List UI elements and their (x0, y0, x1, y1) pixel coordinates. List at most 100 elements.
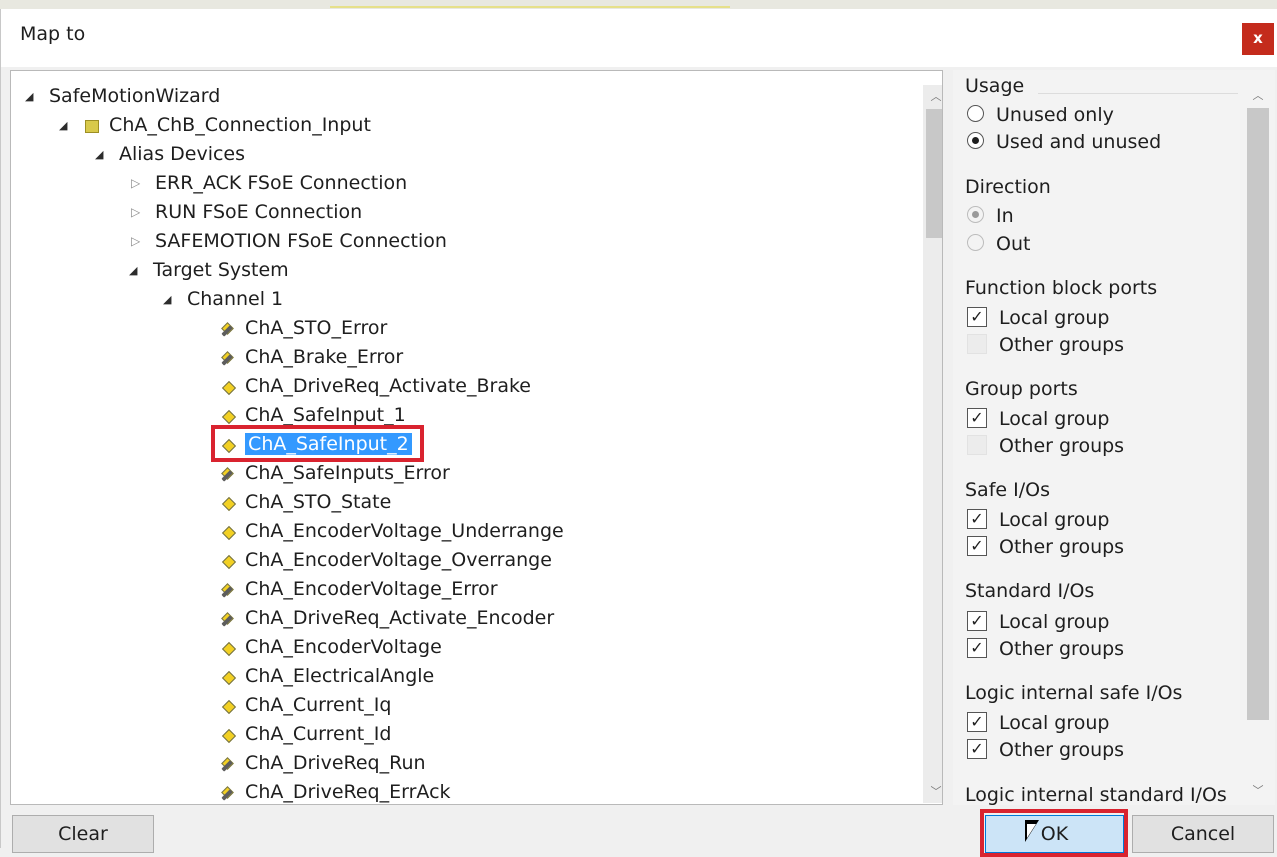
expand-icon[interactable]: ▷ (131, 228, 155, 255)
used-and-unused-radio[interactable]: Used and unused (967, 129, 1161, 155)
lis-local-group-checkbox[interactable]: ✓ Local group (967, 710, 1109, 736)
safe-ios-title: Safe I/Os (965, 479, 1050, 501)
fb-other-groups-checkbox[interactable]: Other groups (967, 332, 1124, 358)
output-variable-icon (219, 779, 239, 804)
tree-item-variable[interactable]: ChA_EncoderVoltage_Error (219, 576, 498, 603)
tree-item-variable[interactable]: ChA_DriveReq_Activate_Encoder (219, 605, 554, 632)
tree-item-label: Target System (153, 259, 289, 281)
input-variable-icon (219, 692, 239, 719)
direction-out-radio[interactable]: Out (967, 231, 1030, 257)
scroll-up-icon[interactable]: ︿ (1245, 86, 1271, 106)
checkbox-checked-icon: ✓ (967, 306, 987, 327)
checkbox-icon (967, 434, 987, 455)
function-block-ports-title: Function block ports (965, 277, 1158, 299)
expand-icon[interactable]: ▷ (131, 199, 155, 226)
tree-item-label: Channel 1 (187, 288, 284, 310)
checkbox-checked-icon: ✓ (967, 637, 987, 658)
output-variable-icon (219, 750, 239, 777)
tree-item-label: Alias Devices (119, 143, 246, 165)
fb-local-group-checkbox[interactable]: ✓ Local group (967, 305, 1109, 331)
logic-internal-standard-ios-title: Logic internal standard I/Os (965, 784, 1227, 805)
expand-icon[interactable]: ▷ (131, 170, 155, 197)
tree-item-variable[interactable]: ChA_ElectricalAngle (219, 663, 434, 690)
gp-local-group-checkbox[interactable]: ✓ Local group (967, 406, 1109, 432)
tree-item-variable[interactable]: ChA_STO_State (219, 489, 391, 516)
collapse-icon[interactable]: ◢ (95, 141, 119, 168)
scrollbar-thumb[interactable] (926, 109, 942, 238)
checkbox-icon (967, 333, 987, 354)
collapse-icon[interactable]: ◢ (129, 257, 153, 284)
unused-only-radio[interactable]: Unused only (967, 102, 1114, 128)
map-to-dialog: Map to x ◢ SafeMotionWizard ◢ ChA_ChB_Con… (0, 9, 1277, 857)
direction-in-radio[interactable]: In (967, 203, 1014, 229)
checkbox-checked-icon: ✓ (967, 738, 987, 759)
tree-item-variable[interactable]: ChA_SafeInputs_Error (219, 460, 450, 487)
close-button[interactable]: x (1242, 23, 1274, 55)
tree-item-variable[interactable]: ChA_EncoderVoltage_Overrange (219, 547, 552, 574)
scroll-up-icon[interactable]: ︿ (923, 87, 942, 107)
tree-item-variable[interactable]: ChA_Current_Iq (219, 692, 391, 719)
tree-item-label: SAFEMOTION FSoE Connection (155, 230, 447, 252)
scroll-down-icon[interactable]: ﹀ (1245, 781, 1271, 801)
output-variable-icon (219, 460, 239, 487)
output-variable-icon (219, 576, 239, 603)
checkbox-checked-icon: ✓ (967, 535, 987, 556)
scrollbar-thumb[interactable] (1247, 108, 1269, 720)
checkbox-checked-icon: ✓ (967, 711, 987, 732)
tree-item-label: ERR_ACK FSoE Connection (155, 172, 408, 194)
tree-item-variable[interactable]: ChA_DriveReq_ErrAck (219, 779, 450, 804)
std-local-group-checkbox[interactable]: ✓ Local group (967, 609, 1109, 635)
safe-other-groups-checkbox[interactable]: ✓ Other groups (967, 534, 1124, 560)
background-window-strip (0, 0, 1277, 9)
tree-item-err-ack-connection[interactable]: ▷ ERR_ACK FSoE Connection (131, 170, 407, 197)
tree-item-label: ChA_ChB_Connection_Input (109, 114, 371, 136)
scroll-down-icon[interactable]: ﹀ (923, 782, 942, 802)
input-variable-icon (219, 518, 239, 545)
tree-item-variable[interactable]: ChA_DriveReq_Activate_Brake (219, 373, 531, 400)
output-variable-icon (219, 315, 239, 342)
tree-item-variable[interactable]: ChA_STO_Error (219, 315, 387, 342)
tree-item-safemotion-connection[interactable]: ▷ SAFEMOTION FSoE Connection (131, 228, 447, 255)
tree-item-target-system[interactable]: ◢ Target System (129, 257, 289, 284)
direction-group-title: Direction (965, 176, 1051, 198)
tree-item-run-connection[interactable]: ▷ RUN FSoE Connection (131, 199, 362, 226)
output-variable-icon (219, 344, 239, 371)
input-variable-icon (219, 489, 239, 516)
tree-item-channel-1[interactable]: ◢ Channel 1 (163, 286, 283, 313)
filter-panel: Usage Unused only Used and unused Direct… (953, 70, 1275, 805)
standard-ios-title: Standard I/Os (965, 580, 1095, 602)
radio-selected-icon (967, 206, 984, 223)
lis-other-groups-checkbox[interactable]: ✓ Other groups (967, 737, 1124, 763)
tree-item-variable[interactable]: ChA_DriveReq_Run (219, 750, 426, 777)
input-variable-icon (219, 373, 239, 400)
input-variable-icon (219, 547, 239, 574)
input-variable-icon (219, 663, 239, 690)
tree-item-variable[interactable]: ChA_Brake_Error (219, 344, 403, 371)
collapse-icon[interactable]: ◢ (59, 112, 83, 139)
clear-button[interactable]: Clear (12, 815, 154, 853)
radio-icon (967, 234, 984, 251)
filter-scrollbar[interactable]: ︿ ﹀ (1245, 84, 1271, 802)
collapse-icon[interactable]: ◢ (163, 286, 187, 313)
std-other-groups-checkbox[interactable]: ✓ Other groups (967, 636, 1124, 662)
title-bar: Map to x (1, 9, 1277, 67)
tree-item-variable[interactable]: ChA_EncoderVoltage_Underrange (219, 518, 564, 545)
divider (1038, 93, 1238, 94)
ok-highlight-box (980, 809, 1128, 857)
tree-item-connection-input[interactable]: ◢ ChA_ChB_Connection_Input (59, 112, 371, 139)
cancel-button[interactable]: Cancel (1132, 815, 1274, 853)
tree-item-variable[interactable]: ChA_EncoderVoltage (219, 634, 442, 661)
safe-local-group-checkbox[interactable]: ✓ Local group (967, 507, 1109, 533)
tree-scrollbar[interactable]: ︿ ﹀ (923, 85, 942, 803)
tree-item-safemotionwizard[interactable]: ◢ SafeMotionWizard (25, 83, 220, 110)
group-icon (83, 112, 103, 139)
radio-selected-icon (967, 132, 984, 149)
tree-item-variable[interactable]: ChA_Current_Id (219, 721, 391, 748)
gp-other-groups-checkbox[interactable]: Other groups (967, 433, 1124, 459)
input-variable-icon (219, 634, 239, 661)
collapse-icon[interactable]: ◢ (25, 83, 49, 110)
variable-tree: ◢ SafeMotionWizard ◢ ChA_ChB_Connection_I… (10, 70, 943, 805)
tree-item-alias-devices[interactable]: ◢ Alias Devices (95, 141, 245, 168)
input-variable-icon (219, 721, 239, 748)
checkbox-checked-icon: ✓ (967, 508, 987, 529)
